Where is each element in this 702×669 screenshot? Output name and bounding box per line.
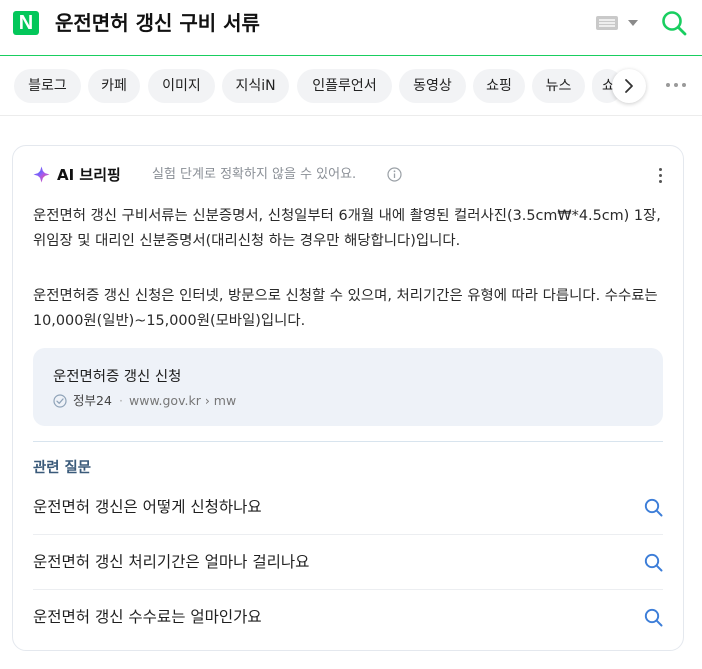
naver-logo[interactable]: N bbox=[13, 11, 39, 35]
search-icon[interactable] bbox=[644, 553, 663, 572]
chevron-right-icon bbox=[625, 79, 633, 93]
related-questions-heading: 관련 질문 bbox=[33, 460, 91, 476]
more-horizontal-icon[interactable] bbox=[666, 83, 688, 89]
search-query[interactable]: 운전면허 갱신 구비 서류 bbox=[55, 9, 260, 37]
source-url: www.gov.kr › mw bbox=[129, 393, 237, 408]
related-question-text[interactable]: 운전면허 갱신은 어떻게 신청하나요 bbox=[33, 495, 262, 519]
source-title[interactable]: 운전면허증 갱신 신청 bbox=[53, 366, 181, 388]
related-question-text[interactable]: 운전면허 갱신 수수료는 얼마인가요 bbox=[33, 605, 262, 629]
search-icon[interactable] bbox=[661, 10, 687, 36]
tab-news[interactable]: 뉴스 bbox=[532, 69, 585, 103]
search-tabs: 블로그 카페 이미지 지식iN 인플루언서 동영상 쇼핑 뉴스 쇼 bbox=[0, 57, 702, 116]
ai-briefing-header: AI 브리핑 실험 단계로 정확하지 않을 수 있어요. bbox=[33, 164, 653, 186]
tab-kin[interactable]: 지식iN bbox=[222, 69, 289, 103]
tab-image[interactable]: 이미지 bbox=[148, 69, 215, 103]
related-question-item[interactable]: 운전면허 갱신 처리기간은 얼마나 걸리나요 bbox=[33, 536, 663, 590]
related-question-text[interactable]: 운전면허 갱신 처리기간은 얼마나 걸리나요 bbox=[33, 550, 309, 574]
ai-answer-paragraph-1: 운전면허 갱신 구비서류는 신분증명서, 신청일부터 6개월 내에 촬영된 컬러… bbox=[33, 208, 661, 249]
section-divider bbox=[33, 441, 663, 442]
source-name: 정부24 bbox=[73, 393, 112, 408]
tab-blog[interactable]: 블로그 bbox=[14, 69, 81, 103]
tab-scroll-next-button[interactable] bbox=[612, 69, 646, 103]
search-icon[interactable] bbox=[644, 498, 663, 517]
related-question-item[interactable]: 운전면허 갱신 수수료는 얼마인가요 bbox=[33, 591, 663, 645]
related-question-item[interactable]: 운전면허 갱신은 어떻게 신청하나요 bbox=[33, 481, 663, 535]
card-more-icon[interactable] bbox=[659, 168, 663, 184]
search-header: N 운전면허 갱신 구비 서류 bbox=[0, 0, 702, 56]
info-icon[interactable] bbox=[387, 167, 402, 182]
ai-briefing-title: AI 브리핑 bbox=[57, 166, 121, 184]
source-card[interactable]: 운전면허증 갱신 신청 정부24 · www.gov.kr › mw bbox=[33, 348, 663, 426]
verified-check-icon bbox=[53, 394, 67, 408]
source-separator: · bbox=[119, 393, 123, 408]
tab-cafe[interactable]: 카페 bbox=[88, 69, 140, 103]
tab-shopping[interactable]: 쇼핑 bbox=[473, 69, 525, 103]
search-icon[interactable] bbox=[644, 608, 663, 627]
chevron-down-icon[interactable] bbox=[628, 20, 638, 26]
ai-sparkle-icon bbox=[33, 166, 50, 183]
keyboard-icon[interactable] bbox=[596, 16, 618, 30]
ai-briefing-note: 실험 단계로 정확하지 않을 수 있어요. bbox=[152, 167, 357, 182]
tab-video[interactable]: 동영상 bbox=[399, 69, 466, 103]
ai-briefing-card: AI 브리핑 실험 단계로 정확하지 않을 수 있어요. 운전면허 갱신 구비서… bbox=[12, 145, 684, 651]
tab-influencer[interactable]: 인플루언서 bbox=[297, 69, 392, 103]
ai-answer-paragraph-2: 운전면허증 갱신 신청은 인터넷, 방문으로 신청할 수 있으며, 처리기간은 … bbox=[33, 288, 658, 329]
